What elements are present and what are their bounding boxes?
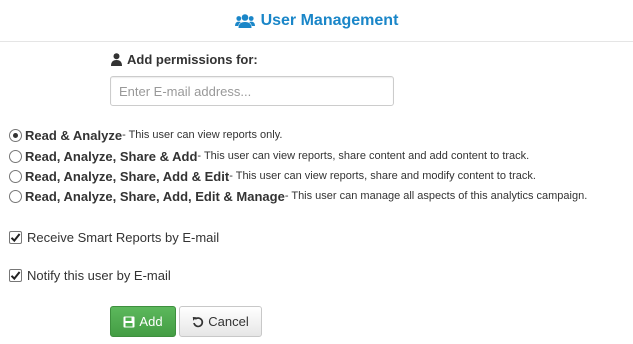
radio-read-analyze-share-add[interactable] xyxy=(9,149,22,163)
email-input[interactable] xyxy=(110,76,394,106)
permission-description: - This user can manage all aspects of th… xyxy=(284,190,588,202)
cancel-button[interactable]: Cancel xyxy=(179,306,262,337)
cancel-button-label: Cancel xyxy=(208,314,249,329)
radio-read-analyze-share-add-edit[interactable] xyxy=(9,169,22,183)
add-button[interactable]: Add xyxy=(110,306,176,337)
permission-option-read-analyze-share-add-edit[interactable]: Read, Analyze, Share, Add & Edit - This … xyxy=(9,167,536,185)
permissions-label: Add permissions for: xyxy=(111,52,258,67)
notify-user-checkbox[interactable] xyxy=(9,268,22,282)
radio-read-analyze[interactable] xyxy=(9,128,22,142)
page-header: User Management xyxy=(0,0,633,42)
permission-description: - This user can view reports, share cont… xyxy=(197,150,530,162)
users-icon xyxy=(234,13,255,29)
add-button-label: Add xyxy=(139,314,163,329)
notify-user-option[interactable]: Notify this user by E-mail xyxy=(9,266,171,284)
permission-option-read-analyze[interactable]: Read & Analyze - This user can view repo… xyxy=(9,126,282,144)
header-title-group: User Management xyxy=(234,11,399,30)
permissions-label-text: Add permissions for: xyxy=(127,52,258,67)
save-icon xyxy=(123,316,135,327)
permission-title: Read & Analyze xyxy=(25,127,123,143)
smart-reports-option[interactable]: Receive Smart Reports by E-mail xyxy=(9,228,219,246)
user-icon xyxy=(111,53,122,66)
permission-option-read-analyze-share-add[interactable]: Read, Analyze, Share & Add - This user c… xyxy=(9,147,529,165)
page-title: User Management xyxy=(260,11,399,29)
checkmark-icon xyxy=(10,232,21,242)
permission-title: Read, Analyze, Share & Add xyxy=(25,148,198,164)
smart-reports-checkbox[interactable] xyxy=(9,230,22,244)
checkmark-icon xyxy=(10,270,21,280)
permission-title: Read, Analyze, Share, Add & Edit xyxy=(25,168,230,184)
undo-icon xyxy=(193,316,204,327)
permission-title: Read, Analyze, Share, Add, Edit & Manage xyxy=(25,188,285,204)
permission-option-manage[interactable]: Read, Analyze, Share, Add, Edit & Manage… xyxy=(9,187,587,205)
permission-description: - This user can view reports, share and … xyxy=(229,170,536,182)
smart-reports-label: Receive Smart Reports by E-mail xyxy=(27,229,220,245)
permission-description: - This user can view reports only. xyxy=(122,129,283,141)
notify-user-label: Notify this user by E-mail xyxy=(27,267,171,283)
radio-manage[interactable] xyxy=(9,189,22,203)
